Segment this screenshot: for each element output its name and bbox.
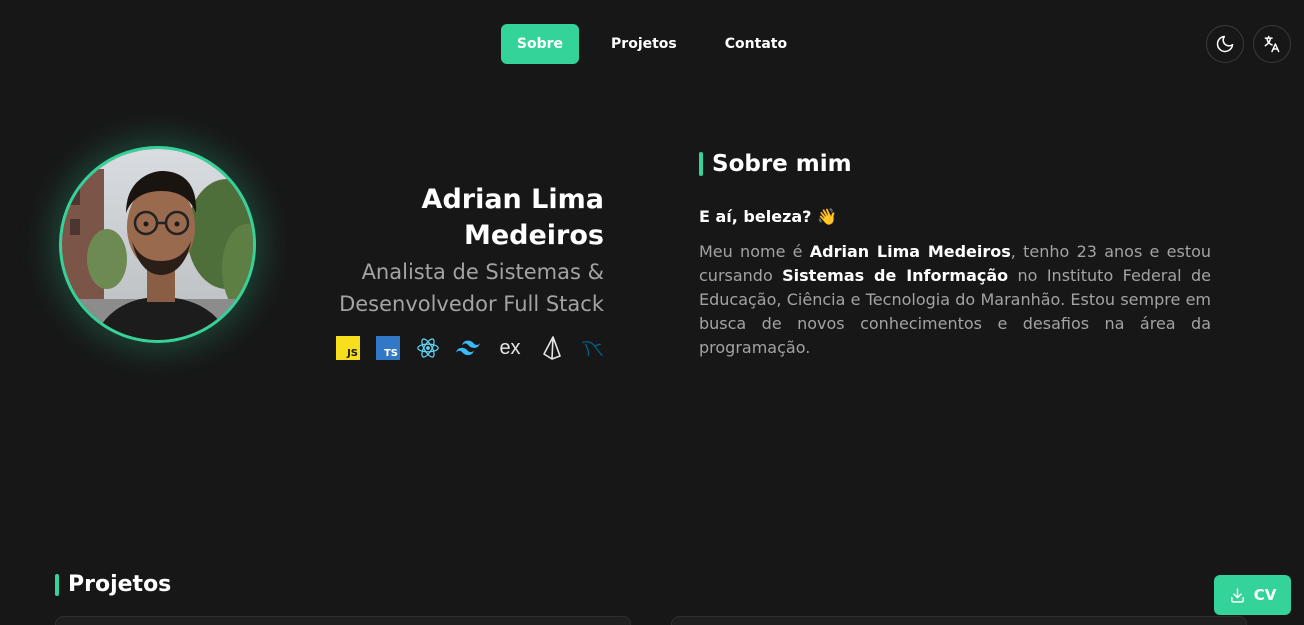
tailwind-icon: [456, 336, 480, 360]
moon-icon: [1216, 35, 1234, 53]
heading-accent-bar: [55, 573, 59, 596]
profile-role-line-1: Analista de Sistemas &: [361, 260, 604, 284]
nav-tab-projetos[interactable]: Projetos: [595, 24, 693, 64]
mysql-icon: [580, 336, 604, 360]
profile-avatar: [59, 146, 256, 343]
about-section-heading: Sobre mim: [699, 151, 852, 177]
language-toggle-button[interactable]: [1253, 25, 1291, 63]
about-course-highlight: Sistemas de Informação: [782, 266, 1009, 285]
about-paragraph: Meu nome é Adrian Lima Medeiros, tenho 2…: [699, 242, 1212, 357]
prisma-icon: [540, 336, 564, 360]
translate-icon: [1264, 35, 1280, 53]
download-cv-button[interactable]: CV: [1214, 575, 1291, 615]
project-card[interactable]: [671, 616, 1247, 625]
theme-toggle-button[interactable]: [1206, 25, 1244, 63]
react-icon: [416, 336, 440, 360]
about-greeting: E aí, beleza? 👋: [699, 207, 837, 226]
projects-heading-text: Projetos: [68, 572, 172, 597]
profile-info: Adrian Lima Medeiros Analista de Sistema…: [280, 182, 604, 360]
main-nav: Sobre Projetos Contato: [0, 24, 1304, 64]
nav-tab-contato[interactable]: Contato: [709, 24, 803, 64]
about-name-highlight: Adrian Lima Medeiros: [809, 242, 1011, 261]
heading-accent-bar: [699, 152, 703, 176]
profile-role-line-2: Desenvolvedor Full Stack: [339, 292, 604, 316]
nav-tab-sobre[interactable]: Sobre: [500, 24, 580, 64]
about-heading-text: Sobre mim: [712, 151, 852, 177]
profile-role: Analista de Sistemas & Desenvolvedor Ful…: [280, 256, 604, 320]
typescript-icon: TS: [376, 336, 400, 360]
profile-name: Adrian Lima Medeiros: [421, 184, 604, 251]
projects-section-heading: Projetos: [55, 572, 171, 597]
javascript-icon: JS: [336, 336, 360, 360]
project-card[interactable]: [55, 616, 631, 625]
download-icon: [1230, 587, 1244, 603]
express-icon: ex: [499, 336, 521, 359]
cv-button-label: CV: [1253, 586, 1277, 604]
tech-stack-icons: JS TS ex: [280, 336, 604, 360]
